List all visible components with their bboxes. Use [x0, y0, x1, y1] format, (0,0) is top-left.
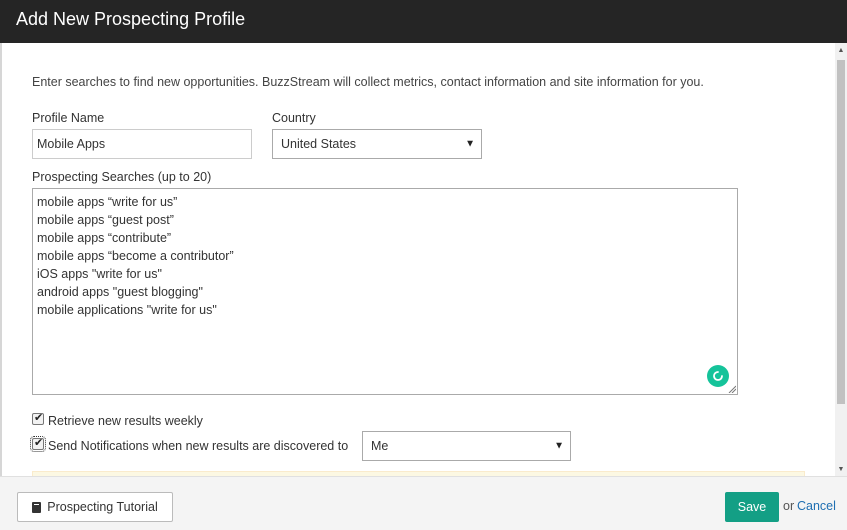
country-select[interactable]: United States ▼ [272, 129, 482, 159]
book-icon [32, 501, 42, 513]
search-line: mobile apps “become a contributor” [37, 249, 234, 263]
notify-checkbox[interactable]: ✔ [30, 436, 46, 452]
save-button[interactable]: Save [725, 492, 779, 522]
notify-recipient-select[interactable]: Me ▼ [362, 431, 571, 461]
scroll-thumb[interactable] [837, 60, 845, 404]
scroll-down-icon[interactable]: ▼ [835, 462, 847, 476]
grammarly-icon[interactable] [707, 365, 729, 387]
scrollbar[interactable]: ▲ ▼ [835, 43, 847, 476]
checkmark-icon: ✔ [34, 437, 44, 449]
weekly-label: Retrieve new results weekly [48, 414, 203, 428]
tutorial-button-label: Prospecting Tutorial [47, 500, 158, 514]
profile-name-input[interactable]: Mobile Apps [32, 129, 252, 159]
chevron-down-icon: ▼ [554, 440, 564, 452]
search-line: mobile apps “contribute” [37, 231, 172, 245]
prospecting-tutorial-button[interactable]: Prospecting Tutorial [17, 492, 173, 522]
intro-text: Enter searches to find new opportunities… [32, 75, 704, 89]
weekly-checkbox[interactable]: ✔ [32, 412, 44, 425]
profile-name-label: Profile Name [32, 111, 105, 125]
modal-footer: Prospecting Tutorial Save or Cancel [0, 476, 847, 530]
notify-label: Send Notifications when new results are … [48, 439, 349, 453]
notify-recipient-value: Me [371, 439, 389, 453]
search-line: mobile apps “guest post” [37, 213, 174, 227]
or-text: or [783, 499, 795, 513]
chevron-down-icon: ▼ [465, 138, 475, 150]
searches-label: Prospecting Searches (up to 20) [32, 170, 212, 184]
checkmark-icon: ✔ [34, 412, 44, 424]
modal-title: Add New Prospecting Profile [16, 9, 246, 29]
country-label: Country [272, 111, 316, 125]
search-line: android apps "guest blogging" [37, 285, 203, 299]
modal-body: Enter searches to find new opportunities… [0, 43, 847, 476]
searches-textarea[interactable]: mobile apps “write for us” mobile apps “… [32, 188, 738, 395]
search-line: mobile applications "write for us" [37, 303, 217, 317]
country-select-value: United States [281, 137, 357, 151]
resize-grip-icon[interactable] [728, 385, 736, 393]
scroll-up-icon[interactable]: ▲ [835, 43, 847, 57]
left-border [0, 43, 2, 476]
cancel-link[interactable]: Cancel [797, 499, 836, 513]
modal-header: Add New Prospecting Profile [0, 0, 847, 43]
search-line: iOS apps "write for us" [37, 267, 162, 281]
search-line: mobile apps “write for us” [37, 195, 178, 209]
